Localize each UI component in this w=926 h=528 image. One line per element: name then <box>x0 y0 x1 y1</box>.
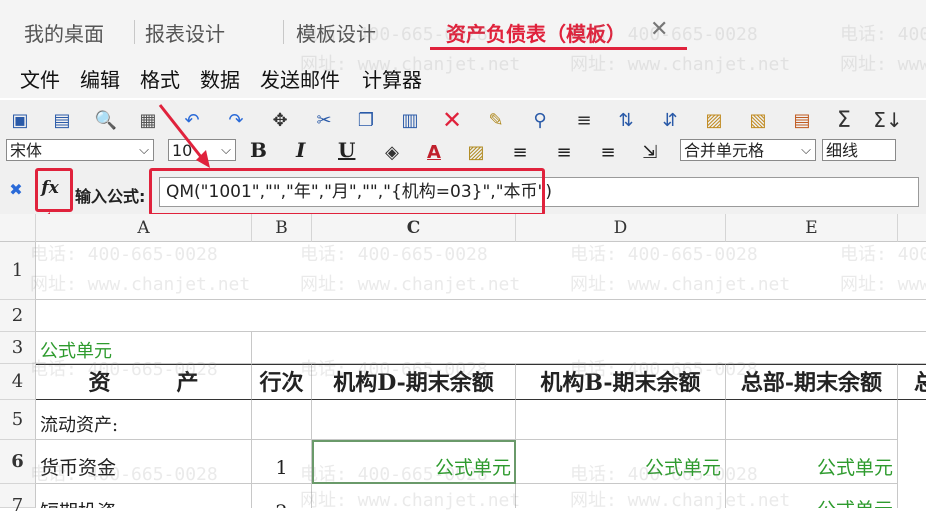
menu-data[interactable]: 数据 <box>200 64 240 93</box>
grid-corner[interactable] <box>0 214 36 242</box>
cell-b7[interactable]: 2 <box>252 484 312 508</box>
cell-e4[interactable]: 总部-期末余额 <box>726 364 898 400</box>
row-header-2[interactable]: 2 <box>0 300 36 332</box>
fill-color-icon[interactable]: ◈ <box>380 140 404 164</box>
column-header-c[interactable]: C <box>312 214 516 242</box>
cut-icon[interactable]: ✂ <box>312 108 336 132</box>
undo-icon[interactable]: ↶ <box>180 108 204 132</box>
align-center-icon[interactable]: ≡ <box>552 140 576 164</box>
tab-separator <box>283 20 284 44</box>
border-style-select[interactable]: 细线 <box>822 139 896 161</box>
column-header-f[interactable] <box>898 214 926 242</box>
cell-b4[interactable]: 行次 <box>252 364 312 400</box>
format-painter-icon[interactable]: ✎ <box>484 108 508 132</box>
copy-icon[interactable]: ❐ <box>354 108 378 132</box>
cell-c5[interactable] <box>312 400 516 440</box>
row-2-cells[interactable] <box>36 300 926 332</box>
border-style-value: 细线 <box>826 141 859 160</box>
cell-a6[interactable]: 货币资金 <box>36 440 252 484</box>
row-header-7[interactable]: 7 <box>0 484 36 516</box>
document-icon[interactable]: ▤ <box>790 108 814 132</box>
column-header-e[interactable]: E <box>726 214 898 242</box>
underline-button[interactable]: U <box>338 138 355 162</box>
cell-b5[interactable] <box>252 400 312 440</box>
cell-d7[interactable] <box>516 484 726 508</box>
cell-e6[interactable]: 公式单元 <box>726 440 898 484</box>
cancel-formula-icon[interactable]: ✖ <box>4 177 28 201</box>
font-size-value: 10 <box>172 141 193 160</box>
border-icon[interactable]: ▨ <box>464 140 488 164</box>
cell-a3[interactable]: 公式单元 <box>36 332 252 364</box>
cell-e7[interactable]: 公式单元 <box>726 484 898 508</box>
merge-cells-value: 合并单元格 <box>684 141 765 160</box>
formula-label: 输入公式: <box>75 187 146 206</box>
menu-calculator[interactable]: 计算器 <box>362 64 422 93</box>
select-all-icon[interactable]: ✥ <box>268 108 292 132</box>
row-1-cells[interactable] <box>36 242 926 300</box>
font-size-select[interactable]: 10 ⌵ <box>168 139 236 161</box>
row-header-1[interactable]: 1 <box>0 242 36 300</box>
cell-d5[interactable] <box>516 400 726 440</box>
cell-e5[interactable] <box>726 400 898 440</box>
print-preview-icon[interactable]: 🔍 <box>94 108 118 132</box>
sum-icon[interactable]: Σ <box>832 108 856 133</box>
column-header-d[interactable]: D <box>516 214 726 242</box>
cell-d4[interactable]: 机构B-期末余额 <box>516 364 726 400</box>
font-name-select[interactable]: 宋体 ⌵ <box>6 139 154 161</box>
cell-c7[interactable] <box>312 484 516 508</box>
column-header-b[interactable]: B <box>252 214 312 242</box>
sort-ascending-icon[interactable]: ⇅ <box>614 108 638 132</box>
cell-a5[interactable]: 流动资产: <box>36 400 252 440</box>
row-header-6[interactable]: 6 <box>0 440 36 484</box>
paste-values-icon[interactable]: ▧ <box>746 108 770 132</box>
row-header-5[interactable]: 5 <box>0 400 36 440</box>
menu-send-mail[interactable]: 发送邮件 <box>260 64 340 93</box>
highlight-function-icon <box>35 168 73 212</box>
cell-a7[interactable]: 短期投资 <box>36 484 252 508</box>
font-name-value: 宋体 <box>10 141 43 160</box>
cell-c4[interactable]: 机构D-期末余额 <box>312 364 516 400</box>
cell-c6[interactable]: 公式单元 <box>312 440 516 484</box>
font-color-icon[interactable]: A <box>422 140 446 164</box>
tab-my-desktop[interactable]: 我的桌面 <box>24 18 104 47</box>
menu-edit[interactable]: 编辑 <box>80 64 120 93</box>
chevron-down-icon: ⌵ <box>801 143 811 158</box>
tab-report-design[interactable]: 报表设计 <box>145 18 225 47</box>
align-left-icon[interactable]: ≡ <box>508 140 532 164</box>
sort-descending-icon[interactable]: ⇵ <box>658 108 682 132</box>
align-right-icon[interactable]: ≡ <box>596 140 620 164</box>
delete-icon[interactable]: ✕ <box>440 106 464 134</box>
spreadsheet-grid: A B C D E 1 2 3 4 5 6 7 公式单元 资 产 行次 机构D-… <box>0 214 926 516</box>
cell-b6[interactable]: 1 <box>252 440 312 484</box>
column-header-a[interactable]: A <box>36 214 252 242</box>
highlight-active-tab <box>430 14 687 50</box>
merge-cells-select[interactable]: 合并单元格 ⌵ <box>680 139 816 161</box>
chevron-down-icon: ⌵ <box>221 143 231 158</box>
sum-row-icon[interactable]: Σ↓ <box>873 108 902 132</box>
bold-button[interactable]: B <box>250 138 267 162</box>
cell-d6[interactable]: 公式单元 <box>516 440 726 484</box>
tab-template-design[interactable]: 模板设计 <box>296 18 376 47</box>
menu-bar <box>0 56 926 98</box>
paste-icon[interactable]: ▥ <box>398 108 422 132</box>
italic-button[interactable]: I <box>296 138 305 162</box>
chevron-down-icon: ⌵ <box>139 143 149 158</box>
print-icon[interactable]: ▦ <box>136 108 160 132</box>
replace-icon[interactable]: ≡ <box>572 108 596 132</box>
menu-format[interactable]: 格式 <box>140 64 180 93</box>
cell-a4[interactable]: 资 产 <box>36 364 252 400</box>
redo-icon[interactable]: ↷ <box>224 108 248 132</box>
paste-special-icon[interactable]: ▨ <box>702 108 726 132</box>
save-icon[interactable]: ▣ <box>8 108 32 132</box>
cell-f4[interactable]: 总 <box>898 364 926 400</box>
highlight-formula-input <box>149 168 545 216</box>
row-header-3[interactable]: 3 <box>0 332 36 364</box>
row-header-4[interactable]: 4 <box>0 364 36 400</box>
menu-file[interactable]: 文件 <box>20 64 60 93</box>
save-as-icon[interactable]: ▤ <box>50 108 74 132</box>
find-icon[interactable]: ⚲ <box>528 108 552 132</box>
row-3-cells[interactable] <box>252 332 926 364</box>
wrap-text-icon[interactable]: ⇲ <box>638 140 662 164</box>
tab-separator <box>134 20 135 44</box>
